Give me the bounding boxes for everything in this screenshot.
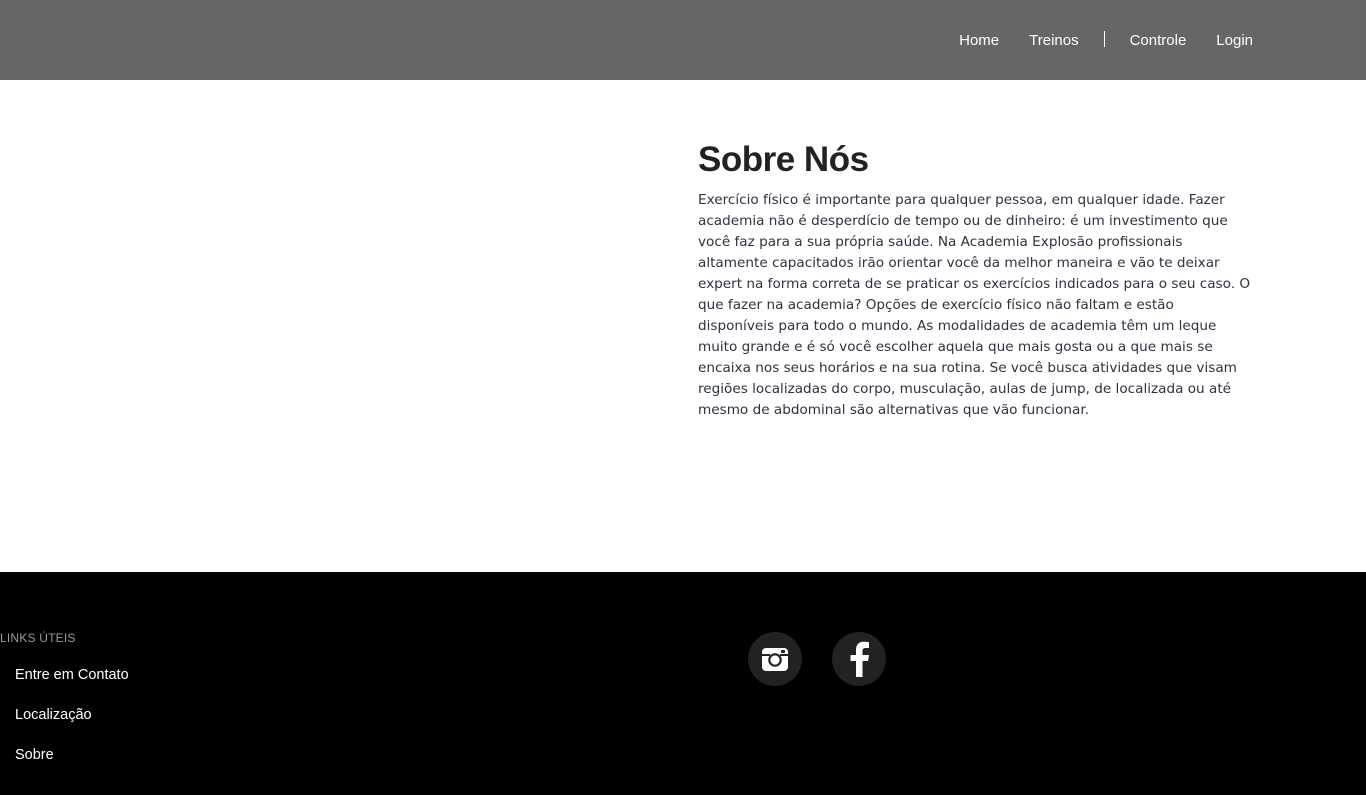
footer: LINKS ÚTEIS Entre em Contato Localização… (0, 572, 1366, 795)
instagram-button[interactable] (748, 632, 802, 686)
nav-link-home[interactable]: Home (959, 32, 999, 49)
nav-link-treinos[interactable]: Treinos (1029, 32, 1078, 49)
about-title: Sobre Nós (698, 140, 869, 179)
footer-link-localizacao[interactable]: Localização (15, 707, 129, 747)
instagram-icon (762, 648, 788, 671)
facebook-icon (850, 641, 869, 677)
navbar: Home Treinos Controle Login (0, 0, 1366, 80)
about-section: Sobre Nós Exercício físico é importante … (698, 140, 1258, 421)
nav-divider (1103, 31, 1105, 47)
nav-link-controle[interactable]: Controle (1130, 32, 1187, 49)
footer-links: Entre em Contato Localização Sobre (15, 667, 129, 787)
nav-link-login[interactable]: Login (1216, 32, 1253, 49)
facebook-button[interactable] (832, 632, 886, 686)
about-text: Exercício físico é importante para qualq… (698, 192, 1251, 418)
footer-heading: LINKS ÚTEIS (0, 631, 76, 645)
footer-link-sobre[interactable]: Sobre (15, 747, 129, 787)
footer-link-contato[interactable]: Entre em Contato (15, 667, 129, 707)
nav-links: Home Treinos Controle Login (959, 0, 1253, 80)
